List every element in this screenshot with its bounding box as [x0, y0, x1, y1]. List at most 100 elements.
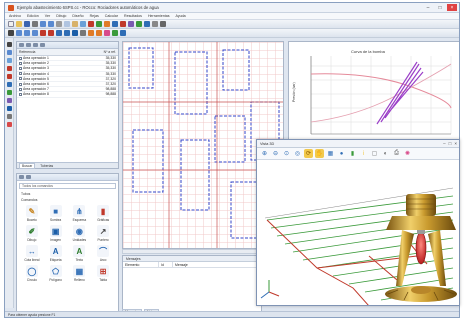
checkbox[interactable] [19, 67, 22, 71]
menu-dibujo[interactable]: Dibujo [56, 14, 66, 18]
component-item[interactable]: ◉ Unidades [69, 225, 91, 242]
component-item[interactable]: A Texto [69, 245, 91, 262]
report-icon[interactable] [152, 21, 158, 27]
pipe-icon[interactable] [112, 21, 118, 27]
tab-tuberias[interactable]: Tuberías [38, 164, 55, 168]
calc-icon[interactable] [104, 21, 110, 27]
bar-icon[interactable]: ▮ [348, 149, 357, 158]
erase-tool-icon[interactable] [6, 122, 12, 127]
dim-tool-icon[interactable] [6, 114, 12, 119]
component-item[interactable]: ↗ Puntero [92, 225, 114, 242]
line-icon[interactable] [40, 30, 46, 36]
orbit-icon[interactable]: ⟳ [304, 149, 313, 158]
area-icon[interactable] [112, 30, 118, 36]
checkbox[interactable] [19, 61, 22, 65]
col-mensaje[interactable]: Mensaje [173, 262, 261, 267]
component-item[interactable]: ■ Sombra [45, 205, 67, 222]
component-item[interactable]: A Etiqueta [45, 245, 67, 262]
copy-icon[interactable] [64, 21, 70, 27]
tank-icon[interactable] [144, 21, 150, 27]
view-list-icon[interactable] [19, 175, 24, 179]
checkbox[interactable] [19, 77, 22, 81]
rect-icon[interactable] [56, 30, 62, 36]
layers-icon[interactable] [96, 21, 102, 27]
component-item[interactable]: ✎ Boceto [21, 205, 43, 222]
maximize-icon[interactable]: □ [435, 4, 445, 11]
polyline-icon[interactable] [48, 30, 54, 36]
open-icon[interactable] [16, 21, 22, 27]
remove-reference-icon[interactable] [26, 43, 31, 47]
color-wheel-icon[interactable]: ✺ [403, 149, 412, 158]
render-icon[interactable]: ▦ [326, 149, 335, 158]
checkbox[interactable] [19, 56, 22, 60]
area-outline[interactable] [222, 49, 250, 91]
menu-diseno[interactable]: Diseño [72, 14, 83, 18]
component-item[interactable]: ↔ Cota lineal [21, 245, 43, 262]
rotate-icon[interactable] [24, 30, 30, 36]
minimize-icon[interactable]: – [423, 4, 433, 11]
settings-icon[interactable] [160, 21, 166, 27]
checkbox[interactable] [19, 82, 22, 86]
minimize-icon[interactable]: – [443, 141, 446, 146]
undo-icon[interactable] [40, 21, 46, 27]
area-outline[interactable] [180, 139, 210, 211]
tab-buscar[interactable]: Buscar [19, 162, 36, 169]
refresh-icon[interactable] [40, 43, 45, 47]
checkbox[interactable] [19, 87, 22, 91]
zoom-out-icon[interactable]: ⊖ [271, 149, 280, 158]
cut-icon[interactable] [56, 21, 62, 27]
print-icon[interactable] [32, 21, 38, 27]
filter-icon[interactable] [33, 43, 38, 47]
menu-calcular[interactable]: Calcular [105, 14, 118, 18]
select-icon[interactable] [8, 30, 14, 36]
component-item[interactable]: ⋔ Esquema [69, 205, 91, 222]
component-item[interactable]: ▦ Relleno [69, 265, 91, 282]
col-elemento[interactable]: Elemento [123, 262, 159, 267]
maximize-icon[interactable]: □ [449, 141, 452, 146]
zoom-in-icon[interactable]: ⊕ [260, 149, 269, 158]
menu-rejas[interactable]: Rejas [90, 14, 99, 18]
component-item[interactable]: ▣ Imagen [45, 225, 67, 242]
node-icon[interactable] [120, 30, 126, 36]
checkbox[interactable] [19, 72, 22, 76]
ortho-icon[interactable] [96, 30, 102, 36]
info-icon[interactable]: i [359, 149, 368, 158]
zoom-tool-icon[interactable] [6, 58, 12, 63]
close-icon[interactable]: × [454, 141, 457, 146]
pipe-tool-icon[interactable] [6, 66, 12, 71]
component-item[interactable]: ⬠ Polígono [45, 265, 67, 282]
text-tool-icon[interactable] [6, 106, 12, 111]
menu-ayuda[interactable]: Ayuda [176, 14, 186, 18]
component-item[interactable]: ▮ Gráficas [92, 205, 114, 222]
pan-icon[interactable]: ✋ [315, 149, 324, 158]
pointer-tool-icon[interactable] [6, 42, 12, 47]
add-reference-icon[interactable] [19, 43, 24, 47]
zoom-extents-icon[interactable]: ◎ [293, 149, 302, 158]
zoom-icon[interactable] [80, 21, 86, 27]
valve-icon[interactable] [136, 21, 142, 27]
view-grid-icon[interactable] [26, 175, 31, 179]
area-outline[interactable] [174, 51, 208, 115]
circle-tool-icon[interactable] [64, 30, 70, 36]
snap-icon[interactable] [88, 30, 94, 36]
component-item[interactable]: ✐ Dibujo [21, 225, 43, 242]
checkbox[interactable] [19, 93, 22, 97]
component-item[interactable]: ⌒ Arco [92, 245, 114, 262]
menu-herramientas[interactable]: Herramientas [148, 14, 170, 18]
area-outline[interactable] [214, 115, 246, 163]
pump-icon[interactable] [128, 21, 134, 27]
grid-icon[interactable] [88, 21, 94, 27]
redo-icon[interactable] [48, 21, 54, 27]
globe-icon[interactable]: ● [337, 149, 346, 158]
zoom-window-icon[interactable]: ⊙ [282, 149, 291, 158]
valve-tool-icon[interactable] [6, 90, 12, 95]
move-icon[interactable] [16, 30, 22, 36]
cube-icon[interactable]: ▢ [370, 149, 379, 158]
area-tool-icon[interactable] [6, 82, 12, 87]
paste-icon[interactable] [72, 21, 78, 27]
table-row[interactable]: Área operación 8 98,888 [17, 91, 118, 98]
menu-archivo[interactable]: Archivo [9, 14, 21, 18]
area-outline[interactable] [132, 129, 164, 193]
mirror-icon[interactable] [32, 30, 38, 36]
menu-resultados[interactable]: Resultados [124, 14, 142, 18]
